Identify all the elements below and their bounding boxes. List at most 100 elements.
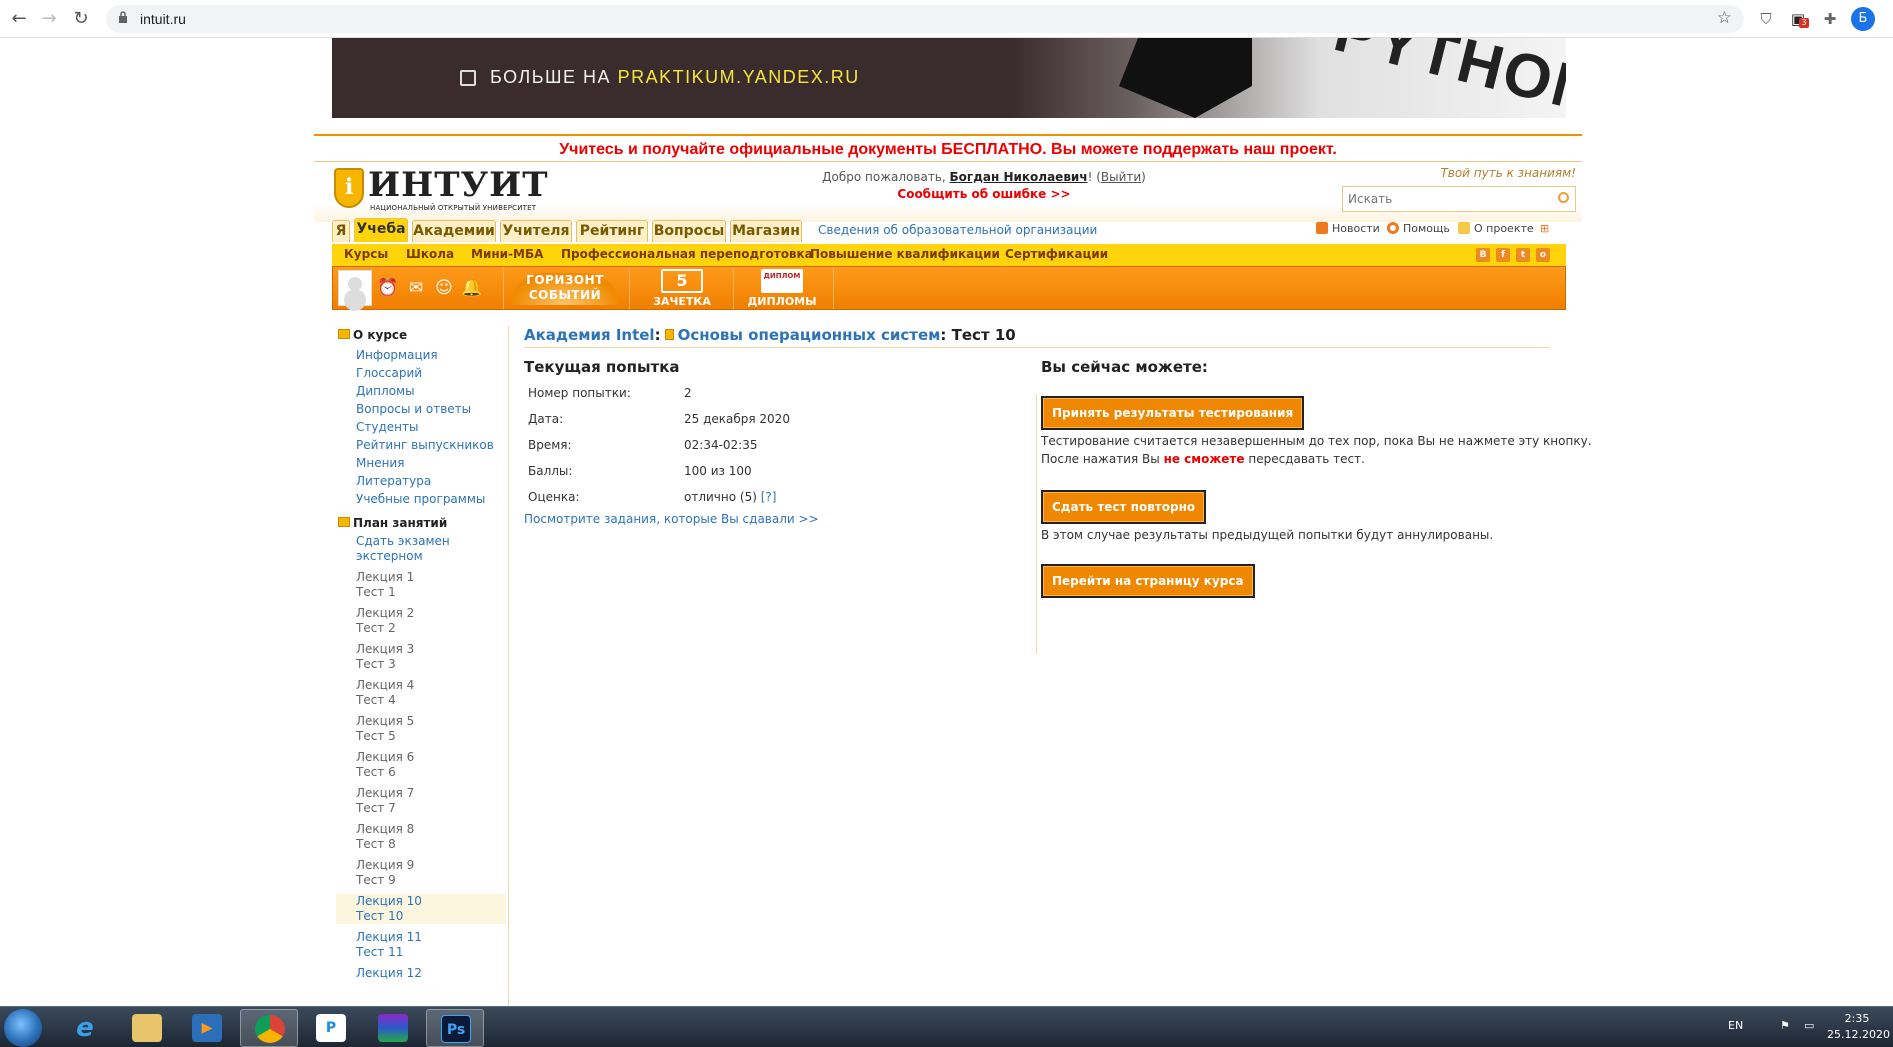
photoshop-icon[interactable]: Ps: [426, 1009, 484, 1047]
chrome-icon[interactable]: [240, 1009, 298, 1047]
subnav-retraining[interactable]: Профессиональная переподготовка: [561, 247, 813, 261]
lecture-item[interactable]: Лекция 2 Тест 2: [336, 606, 506, 636]
test-link[interactable]: Тест 11: [356, 945, 506, 960]
about-course-heading[interactable]: О курсе: [338, 328, 506, 342]
lecture-item[interactable]: Лекция 9 Тест 9: [336, 858, 506, 888]
lecture-item[interactable]: Лекция 11 Тест 11: [336, 930, 506, 960]
search-box[interactable]: [1342, 186, 1576, 212]
address-bar[interactable]: intuit.ru ☆: [106, 5, 1744, 33]
tab-study[interactable]: Учеба: [354, 218, 408, 242]
lecture-link[interactable]: Лекция 4: [356, 678, 506, 693]
lecture-link[interactable]: Лекция 2: [356, 606, 506, 621]
avatar[interactable]: [338, 270, 372, 306]
odnoklassniki-icon[interactable]: o: [1536, 248, 1550, 262]
user-name-link[interactable]: Богдан Николаевич: [950, 170, 1088, 184]
lecture-link[interactable]: Лекция 11: [356, 930, 506, 945]
lecture-item[interactable]: Лекция 1 Тест 1: [336, 570, 506, 600]
sidebar-item-info[interactable]: Информация: [336, 346, 506, 364]
tab-academies[interactable]: Академии: [412, 220, 496, 242]
lecture-link[interactable]: Лекция 10: [356, 894, 506, 909]
lecture-link[interactable]: Лекция 6: [356, 750, 506, 765]
media-player-icon[interactable]: ▶: [178, 1009, 236, 1047]
subnav-certifications[interactable]: Сертификации: [1005, 247, 1108, 261]
friends-icon[interactable]: ☺: [433, 277, 455, 299]
lecture-item[interactable]: Лекция 3 Тест 3: [336, 642, 506, 672]
twitter-icon[interactable]: t: [1516, 248, 1530, 262]
lecture-item[interactable]: Лекция 5 Тест 5: [336, 714, 506, 744]
view-tasks-link[interactable]: Посмотрите задания, которые Вы сдавали >…: [524, 512, 819, 526]
study-plan-heading[interactable]: План занятий: [338, 516, 506, 530]
breadcrumb-academy[interactable]: Академия Intel: [524, 326, 655, 344]
vk-icon[interactable]: В: [1476, 248, 1490, 262]
gradebook-button[interactable]: 5 ЗАЧЕТКА: [638, 269, 726, 309]
lecture-link[interactable]: Лекция 5: [356, 714, 506, 729]
language-indicator[interactable]: EN: [1728, 1019, 1743, 1032]
facebook-icon[interactable]: f: [1496, 248, 1510, 262]
tab-shop[interactable]: Магазин: [730, 220, 802, 242]
tab-teachers[interactable]: Учителя: [500, 220, 572, 242]
extension-badge-icon[interactable]: ▣ 3: [1788, 9, 1809, 29]
lecture-item[interactable]: Лекция 8 Тест 8: [336, 822, 506, 852]
explorer-icon[interactable]: [118, 1009, 176, 1047]
tab-rating[interactable]: Рейтинг: [576, 220, 648, 242]
sidebar-item-glossary[interactable]: Глоссарий: [336, 364, 506, 382]
bookmark-star-icon[interactable]: ☆: [1717, 8, 1732, 28]
lecture-link[interactable]: Лекция 3: [356, 642, 506, 657]
tab-me[interactable]: Я: [332, 220, 350, 242]
go-to-course-button[interactable]: Перейти на страницу курса: [1041, 564, 1255, 598]
back-icon[interactable]: ←: [8, 8, 30, 30]
search-input[interactable]: [1343, 187, 1543, 211]
ie-icon[interactable]: e: [56, 1009, 114, 1047]
test-link[interactable]: Тест 3: [356, 657, 506, 672]
ad-banner[interactable]: БОЛЬШЕ НА PRAKTIKUM.YANDEX.RU PYTHON: [332, 38, 1566, 118]
test-link[interactable]: Тест 1: [356, 585, 506, 600]
help-link[interactable]: Помощь: [1387, 222, 1450, 235]
org-info-link[interactable]: Сведения об образовательной организации: [818, 223, 1097, 237]
reload-icon[interactable]: ↻: [70, 8, 92, 30]
test-link[interactable]: Тест 6: [356, 765, 506, 780]
bell-icon[interactable]: 🔔: [461, 277, 483, 299]
sidebar-item-diplomas[interactable]: Дипломы: [336, 382, 506, 400]
subnav-mini-mba[interactable]: Мини-МБА: [471, 247, 543, 261]
sidebar-item-qa[interactable]: Вопросы и ответы: [336, 400, 506, 418]
sitemap-icon[interactable]: ⊞: [1540, 222, 1549, 235]
accept-results-button[interactable]: Принять результаты тестирования: [1041, 396, 1305, 430]
lecture-item-current[interactable]: Лекция 10 Тест 10: [336, 894, 506, 924]
events-horizon-button[interactable]: ГОРИЗОНТ СОБЫТИЙ: [511, 273, 619, 305]
subnav-school[interactable]: Школа: [406, 247, 454, 261]
lecture-item[interactable]: Лекция 7 Тест 7: [336, 786, 506, 816]
banner-link[interactable]: PRAKTIKUM.YANDEX.RU: [618, 67, 860, 87]
subnav-qualification[interactable]: Повышение квалификации: [810, 247, 1000, 261]
profile-avatar[interactable]: Б: [1851, 7, 1875, 31]
mail-icon[interactable]: ✉: [405, 277, 427, 299]
test-link[interactable]: Тест 9: [356, 873, 506, 888]
test-link-current[interactable]: Тест 10: [356, 909, 506, 924]
lecture-item[interactable]: Лекция 12: [336, 966, 506, 981]
logo-name[interactable]: ИНТУИТ: [368, 165, 549, 205]
retake-test-button[interactable]: Сдать тест повторно: [1041, 490, 1207, 524]
test-link[interactable]: Тест 7: [356, 801, 506, 816]
winrar-icon[interactable]: [364, 1009, 422, 1047]
test-link[interactable]: Тест 4: [356, 693, 506, 708]
lecture-link[interactable]: Лекция 7: [356, 786, 506, 801]
network-icon[interactable]: ▭: [1804, 1019, 1814, 1032]
lecture-link[interactable]: Лекция 12: [356, 966, 506, 981]
tab-questions[interactable]: Вопросы: [652, 220, 726, 242]
logout-link[interactable]: Выйти: [1101, 170, 1141, 184]
forward-icon[interactable]: →: [38, 8, 60, 30]
puzzle-extensions-icon[interactable]: ✚: [1820, 9, 1840, 29]
alarm-clock-icon[interactable]: ⏰: [377, 277, 399, 299]
search-icon[interactable]: [1558, 192, 1569, 203]
sidebar-item-programs[interactable]: Учебные программы: [336, 490, 506, 508]
sidebar-item-opinions[interactable]: Мнения: [336, 454, 506, 472]
shield-extension-icon[interactable]: ⛉: [1756, 9, 1776, 29]
grade-help-link[interactable]: [?]: [761, 490, 777, 504]
lecture-item[interactable]: Лекция 4 Тест 4: [336, 678, 506, 708]
lecture-link[interactable]: Лекция 9: [356, 858, 506, 873]
lecture-link[interactable]: Лекция 1: [356, 570, 506, 585]
test-link[interactable]: Тест 5: [356, 729, 506, 744]
intuit-logo-shield-icon[interactable]: ℹ: [334, 168, 364, 208]
start-button[interactable]: [4, 1009, 42, 1047]
lecture-link[interactable]: Лекция 8: [356, 822, 506, 837]
promo-message[interactable]: Учитесь и получайте официальные документ…: [314, 134, 1582, 162]
